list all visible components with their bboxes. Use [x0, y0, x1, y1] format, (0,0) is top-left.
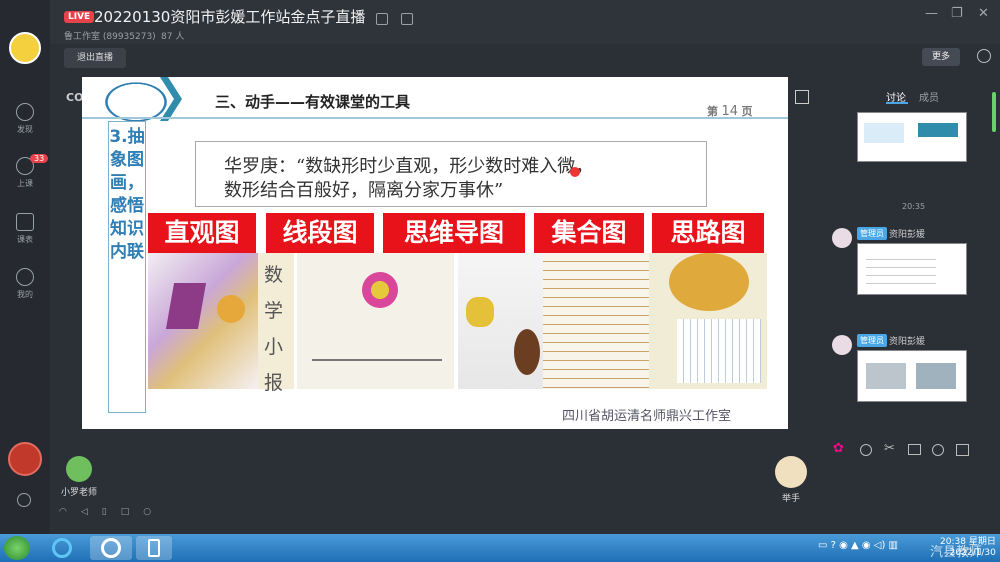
thumb-content — [916, 363, 956, 389]
live-badge: LIVE — [64, 11, 95, 23]
studio-name: 鲁工作室 (89935273) — [64, 32, 156, 42]
label-intuitive-diagram: 直观图 — [148, 213, 256, 253]
footer-watermark: 四川省胡运清名师鼎兴工作室 — [562, 409, 732, 424]
teacher-name: 小罗老师 — [61, 488, 98, 498]
taskbar-app-live[interactable] — [90, 536, 132, 560]
label-line-diagram: 线段图 — [266, 213, 374, 253]
label-mind-map: 思维导图 — [383, 213, 525, 253]
mind-map-flower — [362, 272, 398, 308]
slide: 三、动手——有效课堂的工具 第 14 页 3.抽象图画，感悟知识内联 华罗庚：“… — [82, 77, 788, 429]
camera-icon[interactable]: □ — [121, 507, 144, 517]
compass-icon — [16, 103, 34, 121]
wifi-icon: ◠ — [59, 507, 81, 517]
photo-intuitive — [148, 253, 258, 389]
tab-members[interactable]: 成员 — [919, 89, 939, 104]
scrollbar[interactable] — [992, 92, 996, 132]
ie-icon — [52, 538, 72, 558]
viewer-count: 87 人 — [161, 32, 185, 42]
quote-line: 数形结合百般好，隔离分家万事休” — [224, 180, 504, 201]
taskbar-app-phone[interactable] — [136, 536, 172, 560]
photo-shape — [217, 295, 245, 323]
app-logo[interactable] — [9, 32, 41, 64]
photo-set-2 — [543, 253, 649, 389]
share-screen-icon[interactable]: ○ — [143, 507, 165, 517]
sender-name: 资阳彭媛 — [889, 230, 926, 240]
share-icon[interactable] — [376, 13, 388, 25]
start-button[interactable] — [4, 536, 30, 560]
image-icon[interactable] — [908, 444, 921, 455]
more-button[interactable]: 更多 — [922, 48, 960, 66]
admin-badge: 管理员 — [857, 227, 887, 240]
avatar[interactable] — [832, 335, 852, 355]
mic-icon[interactable]: ▯ — [102, 507, 121, 517]
overlay-watermark: 汽县教师 — [930, 545, 983, 560]
flower-icon[interactable]: ✿ — [833, 442, 844, 456]
recording-button[interactable] — [8, 442, 42, 476]
sidebar-item-label: 上课 — [17, 179, 33, 188]
emoji-icon[interactable] — [860, 444, 872, 456]
thumb-content — [918, 123, 958, 137]
sidebar-item-discover[interactable]: 发现 — [0, 103, 50, 135]
thumb-content — [866, 363, 906, 389]
clock-icon[interactable] — [932, 444, 944, 456]
message-image[interactable] — [857, 112, 967, 162]
label-set-diagram: 集合图 — [534, 213, 644, 253]
sidebar-item-label: 发现 — [17, 125, 33, 134]
photo-newspaper-text: 数学小报 — [264, 264, 284, 394]
thumb-content — [864, 123, 904, 143]
slide-edge-text: CO — [66, 91, 84, 104]
screenshot-icon[interactable] — [956, 444, 969, 456]
person-icon — [16, 268, 34, 286]
bookmark-icon[interactable] — [401, 13, 413, 25]
calendar-icon — [16, 213, 34, 231]
message-image[interactable] — [857, 350, 967, 402]
minimize-button[interactable]: — — [925, 6, 938, 21]
sender-name: 资阳彭媛 — [889, 337, 926, 347]
avatar[interactable] — [832, 228, 852, 248]
speaker-icon[interactable]: ◁ — [81, 507, 102, 517]
maximize-button[interactable]: ❐ — [951, 6, 963, 21]
left-caption: 3.抽象图画，感悟知识内联 — [108, 121, 146, 413]
phone-icon — [148, 539, 160, 557]
scissors-icon[interactable]: ✂ — [884, 441, 895, 456]
laser-pointer — [570, 167, 580, 177]
chat-time: 20:35 — [902, 202, 926, 211]
slide-header — [82, 77, 788, 117]
sidebar-item-schedule[interactable]: 课表 — [0, 213, 50, 245]
sidebar-item-label: 课表 — [17, 235, 33, 244]
sidebar-item-mine[interactable]: 我的 — [0, 268, 50, 300]
quote-text: 华罗庚：“数缺形时少直观，形少数时难入微， 数形结合百般好，隔离分家万事休” — [224, 155, 704, 203]
unread-badge: 33 — [30, 154, 49, 163]
photo-line — [312, 359, 442, 361]
header-chevron — [160, 77, 182, 121]
photo-cartoon — [514, 329, 540, 375]
quote-line: 华罗庚：“数缺形时少直观，形少数时难入微， — [224, 156, 594, 177]
gear-icon[interactable] — [977, 49, 991, 63]
window-title: 20220130资阳市彭媛工作站金点子直播 — [94, 8, 366, 26]
raise-hand-icon[interactable] — [775, 456, 807, 488]
exit-live-button[interactable]: 退出直播 — [64, 48, 126, 68]
teacher-controls: ◠◁▯□○ — [59, 507, 165, 517]
fullscreen-icon[interactable] — [795, 90, 809, 104]
settings-icon[interactable] — [17, 493, 31, 507]
live-app-icon — [101, 538, 121, 558]
slide-title: 三、动手——有效课堂的工具 — [215, 93, 411, 111]
photo-tiger — [669, 253, 749, 311]
admin-badge: 管理员 — [857, 334, 887, 347]
teacher-avatar[interactable] — [66, 456, 92, 482]
tab-underline — [886, 102, 908, 104]
photo-grid — [677, 319, 761, 383]
thumb-content — [866, 252, 936, 288]
label-thinking-diagram: 思路图 — [652, 213, 764, 253]
taskbar-app-ie[interactable] — [44, 536, 80, 560]
close-button[interactable]: ✕ — [978, 6, 989, 21]
sidebar-item-label: 我的 — [17, 290, 33, 299]
photo-cartoon — [466, 297, 494, 327]
header-divider — [82, 117, 788, 119]
tray-icons[interactable]: ▭ ? ◉ ▲ ◉ ◁) ▥ — [818, 540, 898, 551]
raise-hand-label: 举手 — [782, 494, 801, 504]
message-image[interactable] — [857, 243, 967, 295]
